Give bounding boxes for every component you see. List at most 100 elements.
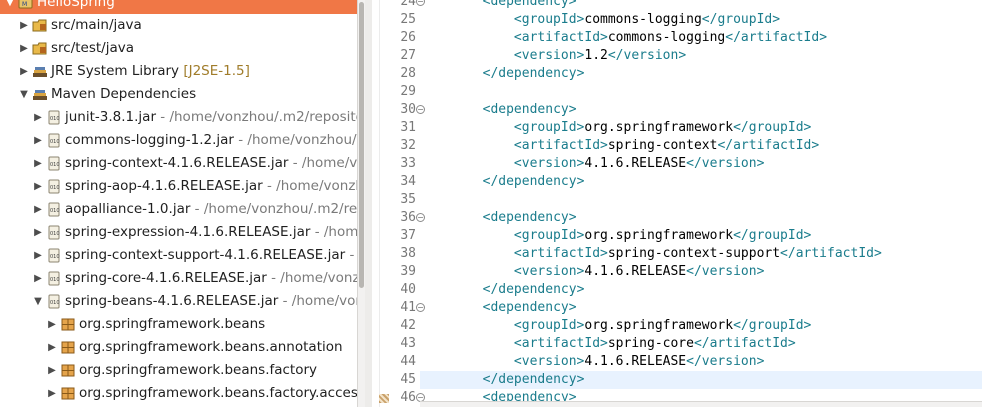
code-line[interactable]: <artifactId>spring-core</artifactId> xyxy=(420,335,982,353)
svg-text:010: 010 xyxy=(50,162,60,168)
tree-item[interactable]: ▶ src/test/java xyxy=(0,37,357,60)
line-number: 27 xyxy=(400,48,416,63)
tree-item[interactable]: ▼ 010 spring-beans-4.1.6.RELEASE.jar - /ho… xyxy=(0,290,357,313)
tree-item[interactable]: ▶ 010 junit-3.8.1.jar - /home/vonzhou/.m2/… xyxy=(0,106,357,129)
expand-arrow-right-icon[interactable]: ▶ xyxy=(46,313,58,336)
code-line[interactable]: <version>1.2</version> xyxy=(420,47,982,65)
tree-item[interactable]: ▶ 010 spring-context-4.1.6.RELEASE.jar - /… xyxy=(0,152,357,175)
code-line[interactable]: <version>4.1.6.RELEASE</version> xyxy=(420,155,982,173)
expand-arrow-right-icon[interactable]: ▶ xyxy=(32,267,44,290)
expand-arrow-right-icon[interactable]: ▶ xyxy=(32,198,44,221)
view-sash[interactable] xyxy=(365,0,372,407)
tree-item-decoration: - /home/vonzh xyxy=(262,178,357,194)
code-line[interactable]: <groupId>org.springframework</groupId> xyxy=(420,317,982,335)
expand-arrow-down-icon[interactable]: ▼ xyxy=(32,290,44,313)
code-line[interactable]: <dependency> xyxy=(420,0,982,11)
xml-bracket: > xyxy=(787,336,796,351)
expand-arrow-right-icon[interactable]: ▶ xyxy=(46,382,58,405)
xml-editor[interactable]: 24−25 26 27 28 29 30−31 32 33 34 35 36−37 38 39 40 41−… xyxy=(372,0,982,407)
tree-item[interactable]: ▶ org.springframework.beans.factory.acces… xyxy=(0,382,357,405)
xml-text-value: commons-logging xyxy=(584,12,702,27)
xml-tag-name: version xyxy=(701,264,757,279)
editor-horizontal-scrollbar[interactable] xyxy=(420,401,982,407)
expand-arrow-right-icon[interactable]: ▶ xyxy=(32,152,44,175)
xml-text-value: spring-context-support xyxy=(607,246,781,261)
expand-arrow-right-icon[interactable]: ▶ xyxy=(18,60,30,83)
xml-tag-name: dependency xyxy=(498,174,577,189)
tree-item-label: junit-3.8.1.jar - /home/vonzhou/.m2/repo… xyxy=(65,106,357,129)
code-line[interactable] xyxy=(420,83,982,101)
explorer-vertical-scrollbar[interactable] xyxy=(357,0,365,407)
tree-item[interactable]: ▼ M HelloSpring xyxy=(0,0,357,14)
expand-arrow-right-icon[interactable]: ▶ xyxy=(32,106,44,129)
code-line[interactable]: <dependency> xyxy=(420,209,982,227)
code-line[interactable]: </dependency> xyxy=(420,281,982,299)
xml-tag-name: groupId xyxy=(521,120,577,135)
expand-arrow-right-icon[interactable]: ▶ xyxy=(32,129,44,152)
tree-item[interactable]: ▶ 010 spring-expression-4.1.6.RELEASE.jar … xyxy=(0,221,357,244)
code-line[interactable]: <dependency> xyxy=(420,101,982,119)
package-icon xyxy=(60,386,76,401)
xml-bracket: < xyxy=(513,336,522,351)
xml-bracket: </ xyxy=(733,120,749,135)
code-line[interactable]: <groupId>commons-logging</groupId> xyxy=(420,11,982,29)
expand-arrow-right-icon[interactable]: ▶ xyxy=(18,14,30,37)
code-line[interactable] xyxy=(420,191,982,209)
tree-item-decoration: - /home xyxy=(314,224,357,240)
tree-item-decoration: - /home/vonz xyxy=(282,293,357,309)
tree-item[interactable]: ▼ Maven Dependencies xyxy=(0,83,357,106)
package-explorer[interactable]: ▼ M HelloSpring ▶ src/main/java ▶ src/test/jav… xyxy=(0,0,357,407)
code-line[interactable]: <artifactId>spring-context</artifactId> xyxy=(420,137,982,155)
expand-arrow-down-icon[interactable]: ▼ xyxy=(4,0,16,14)
xml-bracket: > xyxy=(568,102,577,117)
xml-bracket: </ xyxy=(482,66,499,81)
xml-bracket: </ xyxy=(686,264,702,279)
line-number: 29 xyxy=(400,84,416,99)
xml-bracket: > xyxy=(756,354,765,369)
code-line[interactable]: </dependency> xyxy=(420,65,982,83)
expand-arrow-down-icon[interactable]: ▼ xyxy=(18,83,30,106)
line-number: 26 xyxy=(400,30,416,45)
expand-arrow-right-icon[interactable]: ▶ xyxy=(46,359,58,382)
expand-arrow-right-icon[interactable]: ▶ xyxy=(32,221,44,244)
line-number: 45 xyxy=(400,372,416,387)
xml-tag-name: version xyxy=(521,48,577,63)
tree-item[interactable]: ▶ org.springframework.beans xyxy=(0,313,357,336)
code-line[interactable]: <groupId>org.springframework</groupId> xyxy=(420,227,982,245)
code-line[interactable]: </dependency> xyxy=(420,173,982,191)
tree-item[interactable]: ▶ 010 spring-core-4.1.6.RELEASE.jar - /hom… xyxy=(0,267,357,290)
expand-arrow-right-icon[interactable]: ▶ xyxy=(32,175,44,198)
tree-item[interactable]: ▶ src/main/java xyxy=(0,14,357,37)
tree-item[interactable]: ▶ 010 aopalliance-1.0.jar - /home/vonzhou/… xyxy=(0,198,357,221)
code-line[interactable]: <version>4.1.6.RELEASE</version> xyxy=(420,353,982,371)
code-line[interactable]: <version>4.1.6.RELEASE</version> xyxy=(420,263,982,281)
expand-arrow-right-icon[interactable]: ▶ xyxy=(46,336,58,359)
tree-item-label: org.springframework.beans xyxy=(79,313,265,336)
xml-bracket: < xyxy=(513,228,522,243)
tree-item[interactable]: ▶ org.springframework.beans.factory xyxy=(0,359,357,382)
tree-item-name: aopalliance-1.0.jar xyxy=(65,201,191,217)
jar-file-icon: 010 xyxy=(46,133,62,148)
tree-item[interactable]: ▶ 010 spring-context-support-4.1.6.RELEASE… xyxy=(0,244,357,267)
xml-tag-name: groupId xyxy=(521,12,577,27)
tree-item-label: org.springframework.beans.factory.access xyxy=(79,382,357,405)
expand-arrow-right-icon[interactable]: ▶ xyxy=(32,244,44,267)
warning-marker-icon[interactable] xyxy=(379,394,389,403)
xml-tag-name: artifactId xyxy=(733,138,812,153)
code-line[interactable]: <dependency> xyxy=(420,299,982,317)
tree-item[interactable]: ▶ 010 commons-logging-1.2.jar - /home/vonz… xyxy=(0,129,357,152)
code-line[interactable]: <artifactId>commons-logging</artifactId> xyxy=(420,29,982,47)
tree-item[interactable]: ▶ 010 spring-aop-4.1.6.RELEASE.jar - /home… xyxy=(0,175,357,198)
code-line[interactable]: <artifactId>spring-context-support</arti… xyxy=(420,245,982,263)
expand-arrow-right-icon[interactable]: ▶ xyxy=(18,37,30,60)
tree-item[interactable]: ▶ org.springframework.beans.annotation xyxy=(0,336,357,359)
explorer-scrollbar-thumb[interactable] xyxy=(359,2,364,288)
xml-bracket: > xyxy=(803,120,812,135)
line-number: 41 xyxy=(400,300,416,315)
jar-file-icon: 010 xyxy=(46,156,62,171)
code-line[interactable]: <groupId>org.springframework</groupId> xyxy=(420,119,982,137)
line-number: 24 xyxy=(400,0,416,9)
code-line[interactable]: </dependency> xyxy=(420,371,982,389)
tree-item[interactable]: ▶ JRE System Library [J2SE-1.5] xyxy=(0,60,357,83)
code-area[interactable]: <dependency> <groupId>commons-logging</g… xyxy=(420,0,982,407)
